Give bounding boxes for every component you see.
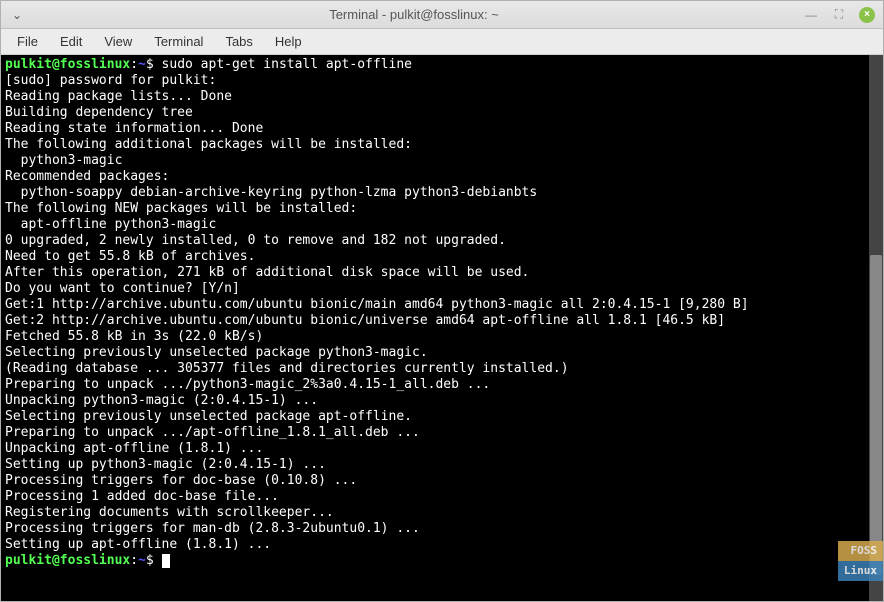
menu-help[interactable]: Help [265,31,312,52]
output-line: Setting up python3-magic (2:0.4.15-1) ..… [5,457,879,473]
prompt-colon: : [130,553,138,568]
menu-tabs[interactable]: Tabs [215,31,262,52]
scrollbar-thumb[interactable] [870,255,882,575]
minimize-button[interactable]: — [803,7,819,23]
output-line: Recommended packages: [5,169,879,185]
output-line: Reading state information... Done [5,121,879,137]
window-controls: — ⛶ × [803,7,875,23]
menu-file[interactable]: File [7,31,48,52]
output-line: The following additional packages will b… [5,137,879,153]
menubar: File Edit View Terminal Tabs Help [1,29,883,55]
prompt-user-host: pulkit@fosslinux [5,553,130,568]
window-title: Terminal - pulkit@fosslinux: ~ [25,7,803,22]
output-line: Registering documents with scrollkeeper.… [5,505,879,521]
terminal-window: ⌄ Terminal - pulkit@fosslinux: ~ — ⛶ × F… [0,0,884,602]
prompt-path: ~ [138,553,146,568]
watermark-linux: Linux [838,561,883,581]
output-line: Preparing to unpack .../apt-offline_1.8.… [5,425,879,441]
terminal-output[interactable]: pulkit@fosslinux:~$ sudo apt-get install… [1,55,883,601]
maximize-button[interactable]: ⛶ [831,7,847,23]
prompt-symbol: $ [146,57,162,72]
menu-terminal[interactable]: Terminal [144,31,213,52]
scrollbar[interactable] [869,55,883,601]
output-container: [sudo] password for pulkit: Reading pack… [5,73,879,553]
output-line: After this operation, 271 kB of addition… [5,265,879,281]
output-line: Get:2 http://archive.ubuntu.com/ubuntu b… [5,313,879,329]
titlebar: ⌄ Terminal - pulkit@fosslinux: ~ — ⛶ × [1,1,883,29]
close-button[interactable]: × [859,7,875,23]
output-line: Building dependency tree [5,105,879,121]
output-line: apt-offline python3-magic [5,217,879,233]
watermark: FOSS Linux [838,541,883,581]
output-line: Setting up apt-offline (1.8.1) ... [5,537,879,553]
output-line: Do you want to continue? [Y/n] [5,281,879,297]
prompt-line: pulkit@fosslinux:~$ sudo apt-get install… [5,57,879,73]
output-line: 0 upgraded, 2 newly installed, 0 to remo… [5,233,879,249]
prompt-path: ~ [138,57,146,72]
prompt-line-2: pulkit@fosslinux:~$ [5,553,879,569]
output-line: The following NEW packages will be insta… [5,201,879,217]
output-line: Processing triggers for doc-base (0.10.8… [5,473,879,489]
prompt-user-host: pulkit@fosslinux [5,57,130,72]
output-line: Need to get 55.8 kB of archives. [5,249,879,265]
output-line: Processing 1 added doc-base file... [5,489,879,505]
output-line: (Reading database ... 305377 files and d… [5,361,879,377]
output-line: Reading package lists... Done [5,89,879,105]
output-line: Unpacking apt-offline (1.8.1) ... [5,441,879,457]
app-icon: ⌄ [9,7,25,23]
prompt-symbol: $ [146,553,162,568]
output-line: [sudo] password for pulkit: [5,73,879,89]
output-line: Processing triggers for man-db (2.8.3-2u… [5,521,879,537]
cursor [162,554,170,568]
command-text: sudo apt-get install apt-offline [162,57,412,72]
menu-edit[interactable]: Edit [50,31,92,52]
menu-view[interactable]: View [94,31,142,52]
prompt-colon: : [130,57,138,72]
output-line: Unpacking python3-magic (2:0.4.15-1) ... [5,393,879,409]
watermark-foss: FOSS [838,541,883,561]
output-line: python3-magic [5,153,879,169]
output-line: Preparing to unpack .../python3-magic_2%… [5,377,879,393]
output-line: Selecting previously unselected package … [5,345,879,361]
output-line: Selecting previously unselected package … [5,409,879,425]
output-line: python-soappy debian-archive-keyring pyt… [5,185,879,201]
output-line: Get:1 http://archive.ubuntu.com/ubuntu b… [5,297,879,313]
output-line: Fetched 55.8 kB in 3s (22.0 kB/s) [5,329,879,345]
